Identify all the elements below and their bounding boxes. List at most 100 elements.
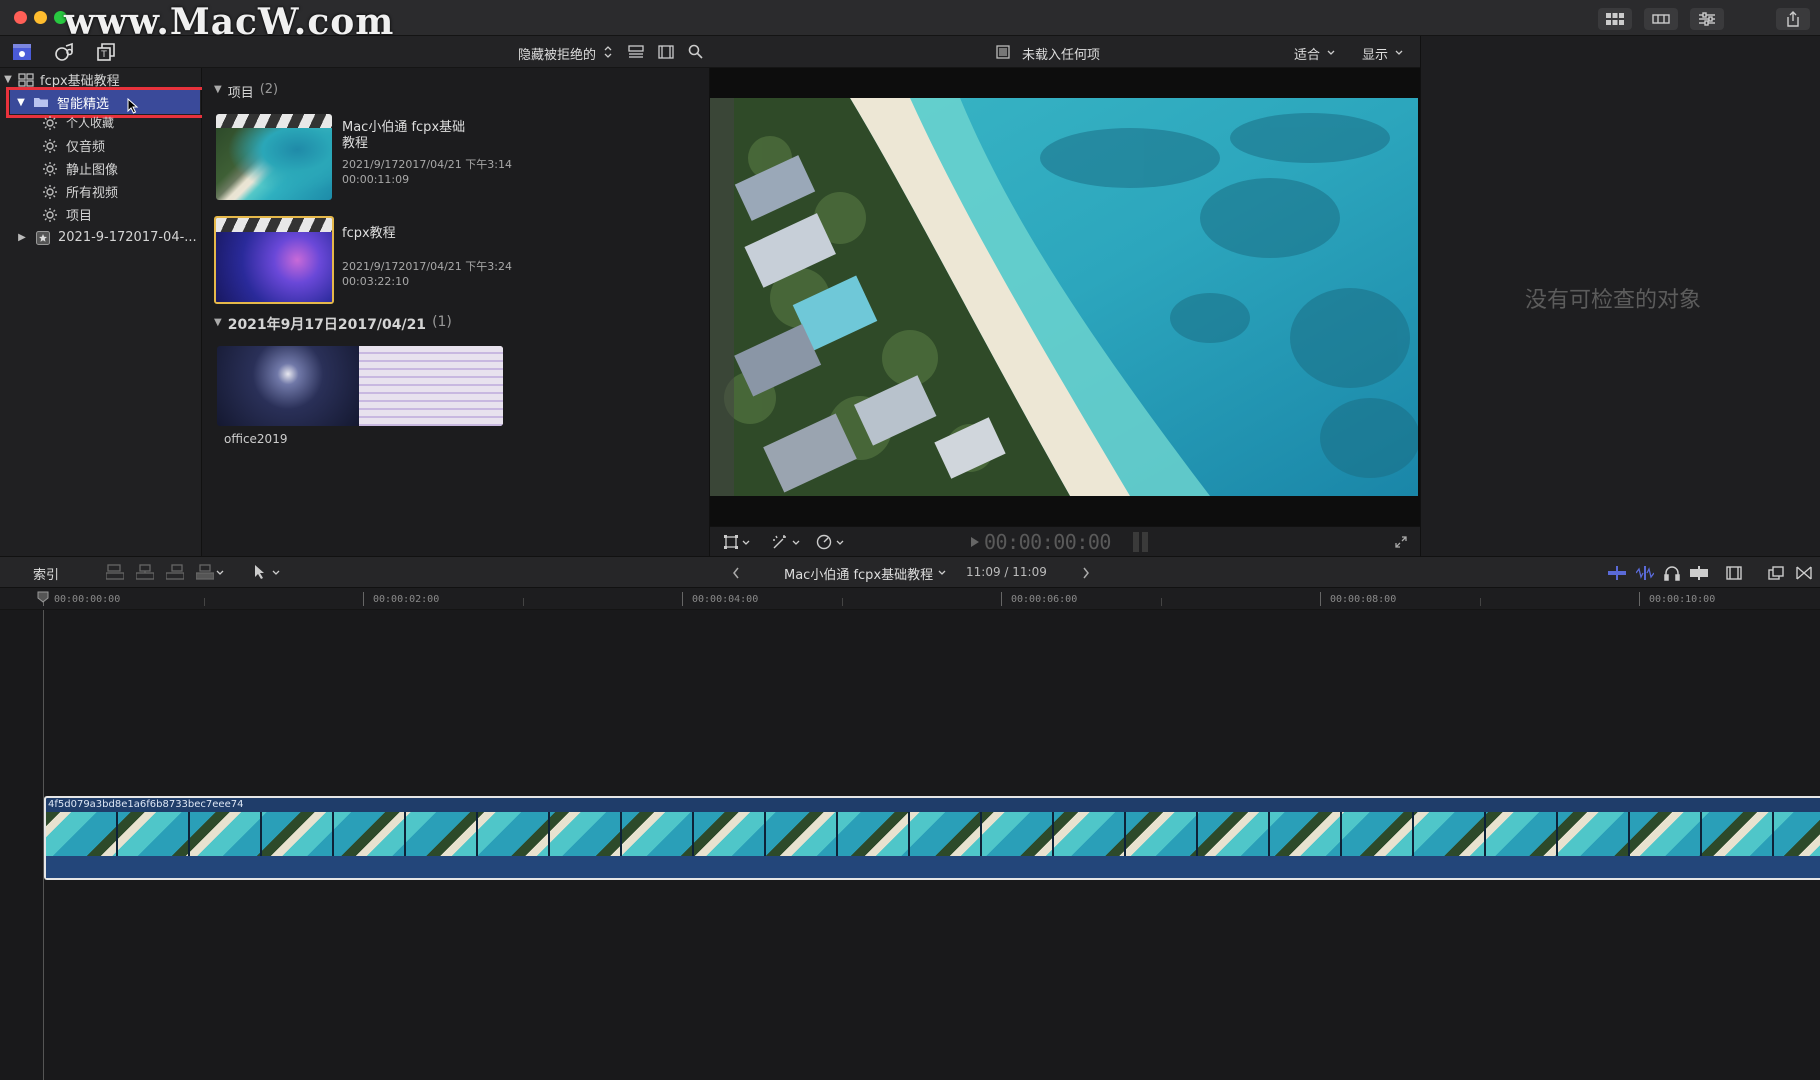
project-title[interactable]: Mac小伯通 fcpx基础 教程 — [342, 120, 465, 152]
browser-toggle-button[interactable] — [1598, 8, 1632, 30]
display-popup[interactable]: 显示 — [1362, 44, 1388, 63]
chevron-down-icon[interactable] — [742, 540, 750, 546]
project-duration: 11:09 / 11:09 — [966, 565, 1047, 579]
list-view-icon[interactable] — [628, 45, 644, 59]
filmstrip-view-icon[interactable] — [658, 45, 674, 59]
ruler-label: 00:00:04:00 — [692, 594, 759, 605]
overwrite-clip-icon[interactable] — [196, 564, 214, 580]
skimming-icon[interactable] — [1608, 566, 1626, 580]
chevron-down-icon[interactable] — [938, 570, 946, 576]
project-title[interactable]: fcpx教程 — [342, 222, 396, 241]
timeline-ruler[interactable]: 00:00:00:00 00:00:02:00 00:00:04:00 00:0… — [0, 588, 1820, 610]
chevron-down-icon[interactable] — [216, 570, 224, 576]
viewer-title: 未载入任何项 — [1022, 48, 1101, 63]
ruler-label: 00:00:00:00 — [54, 594, 121, 605]
disclosure-right-icon[interactable]: ▶ — [16, 232, 28, 243]
project-duration: 00:03:22:10 — [342, 275, 410, 288]
chevron-down-icon[interactable] — [272, 570, 280, 576]
project-name-popup[interactable]: Mac小伯通 fcpx基础教程 — [784, 564, 933, 583]
insert-clip-icon[interactable] — [136, 564, 154, 580]
viewer-toolbar: 未载入任何项 适合 显示 — [710, 36, 1420, 68]
libraries-icon[interactable] — [12, 43, 32, 61]
section-header-projects[interactable]: ▼ 项目 (2) — [214, 82, 278, 101]
clip-filmstrip — [46, 812, 1820, 856]
close-window-button[interactable] — [14, 11, 27, 24]
chevron-down-icon[interactable] — [1327, 50, 1335, 56]
magic-wand-icon[interactable] — [772, 534, 788, 550]
fullscreen-icon[interactable] — [1394, 535, 1408, 549]
thumbnail-image — [216, 128, 332, 200]
append-clip-icon[interactable] — [166, 564, 184, 580]
snapping-icon[interactable] — [1690, 566, 1708, 580]
sliders-icon — [1699, 12, 1715, 26]
sidebar-item-projects[interactable]: 项目 — [0, 203, 202, 226]
clip-appearance-icon[interactable] — [1726, 565, 1742, 581]
sidebar-item-label: 2021-9-172017-04-... — [58, 230, 197, 245]
select-tool-arrow-icon[interactable] — [254, 564, 266, 580]
project-thumbnail[interactable] — [216, 114, 332, 200]
library-grid-icon — [18, 72, 34, 87]
section-header-event[interactable]: ▼ 2021年9月17日2017/04/21 (1) — [214, 314, 452, 334]
section-count: (2) — [259, 82, 279, 97]
project-duration: 00:00:11:09 — [342, 173, 410, 186]
event-star-icon — [36, 230, 50, 245]
libraries-sidebar: ▼ fcpx基础教程 ▼ 智能精选 个人收藏 仅音频 静止图像 所有视频 项目 … — [0, 68, 206, 556]
disclosure-down-icon[interactable]: ▼ — [214, 84, 222, 101]
transitions-browser-icon[interactable] — [1796, 565, 1812, 581]
ruler-minor-tick — [1480, 598, 1481, 606]
sidebar-item-event[interactable]: ▶ 2021-9-172017-04-... — [0, 226, 202, 249]
index-button[interactable]: 索引 — [33, 564, 59, 583]
timeline-clip[interactable]: 4f5d079a3bd8e1a6f6b8733bec7eee74 — [44, 796, 1820, 880]
headphones-icon[interactable] — [1664, 565, 1680, 581]
timeline-toggle-button[interactable] — [1644, 8, 1678, 30]
ruler-tick — [363, 592, 364, 606]
search-icon[interactable] — [688, 44, 703, 59]
browser-pane: ▼ 项目 (2) Mac小伯通 fcpx基础 教程 2021/9/172017/… — [202, 68, 710, 556]
svg-text:T: T — [100, 50, 107, 60]
chevron-down-icon[interactable] — [792, 540, 800, 546]
chevron-down-icon[interactable] — [836, 540, 844, 546]
viewer-frame-image — [710, 98, 1418, 496]
chevron-down-icon[interactable] — [1395, 50, 1403, 56]
chevron-left-icon[interactable] — [732, 567, 740, 579]
speedometer-icon[interactable] — [816, 534, 832, 550]
section-title: 2021年9月17日2017/04/21 — [227, 317, 427, 333]
disclosure-down-icon[interactable]: ▼ — [2, 74, 14, 85]
event-clip-name: office2019 — [224, 432, 288, 446]
clapper-icon — [216, 218, 332, 232]
sidebar-item-label: 项目 — [66, 209, 93, 224]
filmstrip-frame — [217, 346, 359, 426]
ruler-label: 00:00:02:00 — [373, 594, 440, 605]
titles-generators-icon[interactable]: T — [96, 42, 116, 62]
effects-browser-icon[interactable] — [1768, 565, 1784, 581]
filter-popup-label[interactable]: 隐藏被拒绝的 — [518, 44, 596, 63]
gear-icon — [43, 161, 57, 176]
minimize-window-button[interactable] — [34, 11, 47, 24]
sidebar-item-label: 静止图像 — [66, 163, 119, 178]
photos-audio-icon[interactable] — [54, 42, 74, 62]
play-icon[interactable] — [970, 536, 980, 548]
ruler-tick — [1001, 592, 1002, 606]
timeline-icon — [1652, 14, 1670, 24]
timeline-area[interactable]: 4f5d079a3bd8e1a6f6b8733bec7eee74 — [0, 610, 1820, 1080]
sidebar-item-stills[interactable]: 静止图像 — [0, 157, 202, 180]
fit-popup[interactable]: 适合 — [1294, 44, 1320, 63]
disclosure-down-icon[interactable]: ▼ — [214, 317, 222, 334]
audio-skimming-icon[interactable] — [1636, 566, 1654, 580]
inspector-toggle-button[interactable] — [1690, 8, 1724, 30]
event-clip-filmstrip[interactable] — [217, 346, 503, 426]
chevron-right-icon[interactable] — [1082, 567, 1090, 579]
gear-icon — [43, 116, 57, 130]
transform-icon[interactable] — [724, 535, 738, 549]
sidebar-item-favorites[interactable]: 个人收藏 — [0, 115, 202, 131]
playhead-handle-icon[interactable] — [37, 591, 49, 603]
connect-clip-icon[interactable] — [106, 564, 124, 580]
updown-chevron-icon[interactable] — [604, 46, 612, 58]
project-thumbnail[interactable] — [214, 216, 334, 304]
section-count: (1) — [432, 314, 452, 330]
share-button[interactable] — [1776, 8, 1810, 30]
sidebar-item-all-video[interactable]: 所有视频 — [0, 180, 202, 203]
viewer-canvas[interactable] — [710, 68, 1420, 526]
sidebar-item-audio-only[interactable]: 仅音频 — [0, 134, 202, 157]
ruler-minor-tick — [1161, 598, 1162, 606]
